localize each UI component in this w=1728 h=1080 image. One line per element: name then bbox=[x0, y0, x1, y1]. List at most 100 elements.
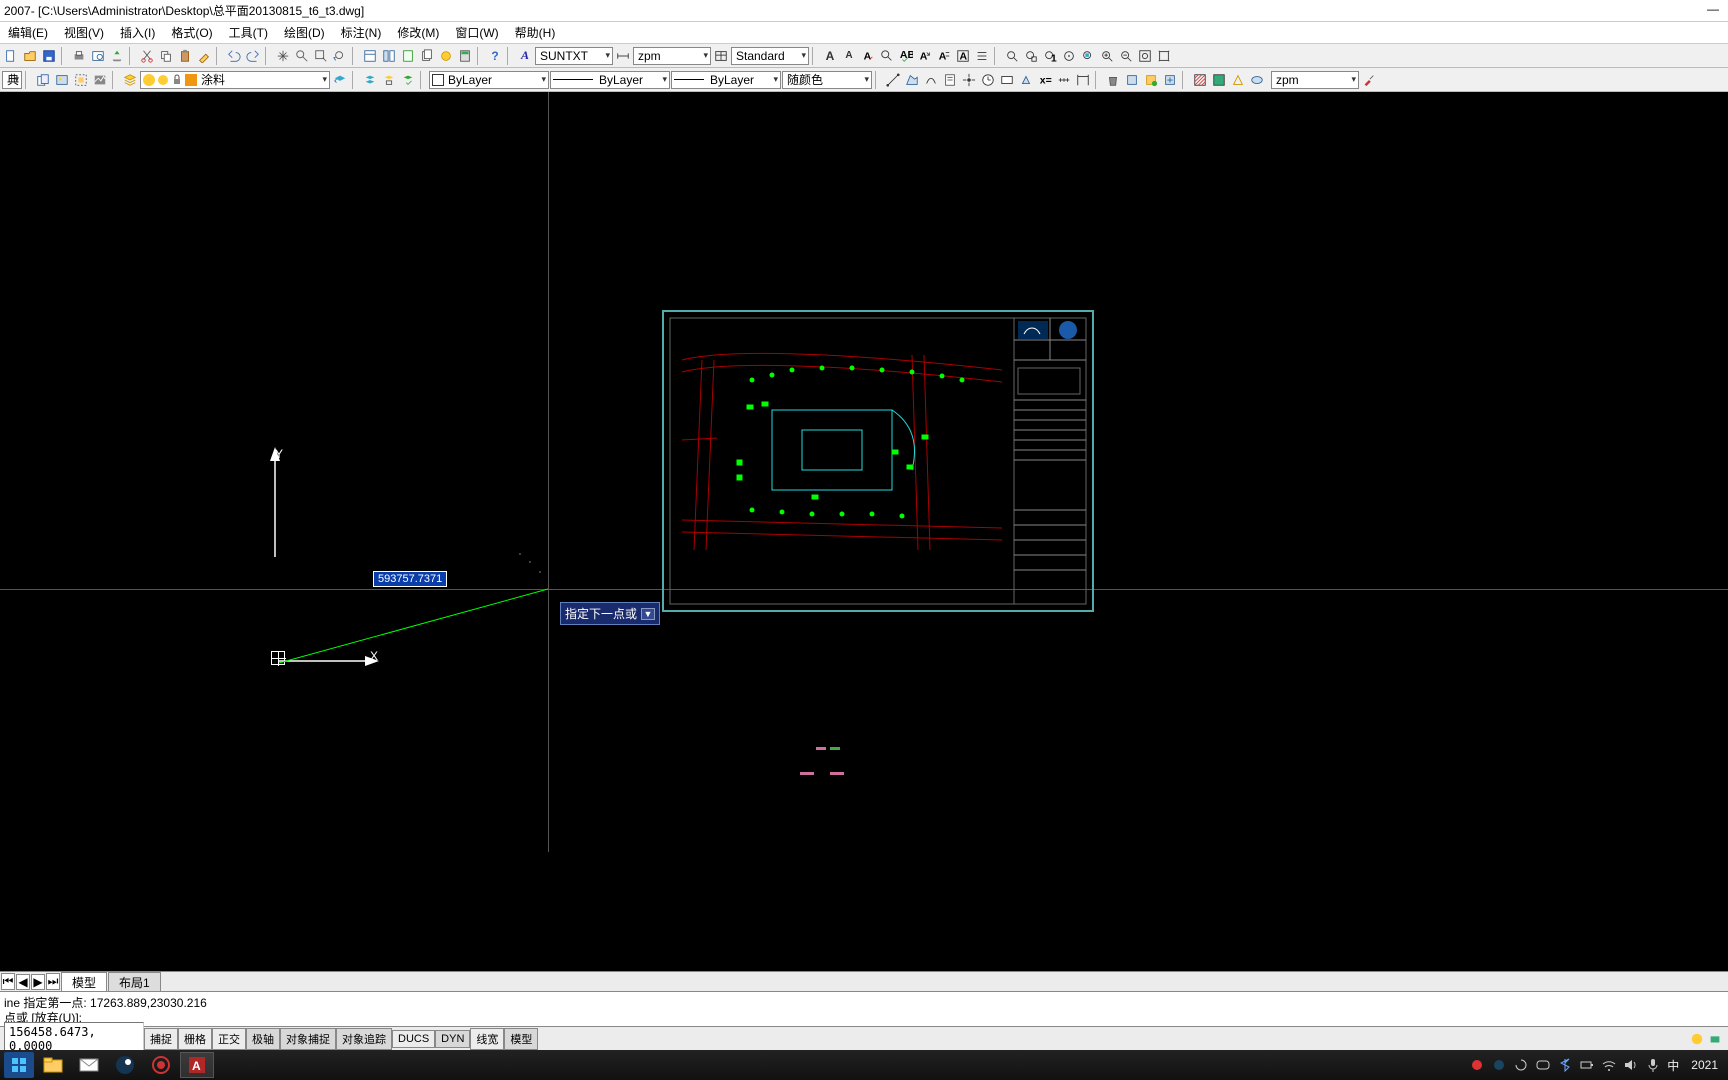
area-icon[interactable] bbox=[903, 71, 921, 89]
mass-prop-icon[interactable] bbox=[1017, 71, 1035, 89]
toggle-ortho[interactable]: 正交 bbox=[212, 1028, 246, 1050]
undo-icon[interactable] bbox=[225, 47, 243, 65]
tab-next-icon[interactable]: ▶ bbox=[31, 974, 45, 990]
layer-iso-icon[interactable] bbox=[380, 71, 398, 89]
task-explorer-icon[interactable] bbox=[36, 1052, 70, 1078]
dynamic-tooltip-down-icon[interactable]: ▼ bbox=[641, 608, 655, 620]
zoom-window-icon[interactable] bbox=[312, 47, 330, 65]
menu-format[interactable]: 格式(O) bbox=[163, 22, 220, 43]
command-window[interactable]: ine 指定第一点: 17263.889,23030.216 点或 [放弃(U)… bbox=[0, 991, 1728, 1026]
layer-manager-icon[interactable] bbox=[121, 71, 139, 89]
distance-icon[interactable] bbox=[884, 71, 902, 89]
menu-dimension[interactable]: 标注(N) bbox=[333, 22, 390, 43]
paste-icon[interactable] bbox=[176, 47, 194, 65]
dim-style-icon[interactable] bbox=[614, 47, 632, 65]
menu-draw[interactable]: 绘图(D) bbox=[276, 22, 333, 43]
toggle-ducs[interactable]: DUCS bbox=[392, 1030, 435, 1048]
match-prop-icon[interactable] bbox=[195, 47, 213, 65]
spell-icon[interactable]: ABC bbox=[897, 47, 915, 65]
copy-icon[interactable] bbox=[157, 47, 175, 65]
tray-ime[interactable]: 中 bbox=[1667, 1057, 1679, 1074]
tray-update-icon[interactable] bbox=[1513, 1057, 1529, 1073]
redo-icon[interactable] bbox=[244, 47, 262, 65]
make-current-icon[interactable] bbox=[399, 71, 417, 89]
toggle-osnap[interactable]: 对象捕捉 bbox=[280, 1028, 336, 1050]
task-autocad-icon[interactable]: A bbox=[180, 1052, 214, 1078]
justify-text-icon[interactable]: A bbox=[935, 47, 953, 65]
qnew-icon[interactable] bbox=[2, 47, 20, 65]
toggle-polar[interactable]: 极轴 bbox=[246, 1028, 280, 1050]
tray-mic-icon[interactable] bbox=[1645, 1057, 1661, 1073]
tab-layout1[interactable]: 布局1 bbox=[108, 972, 161, 992]
tray-rec-icon[interactable] bbox=[1469, 1057, 1485, 1073]
save-icon[interactable] bbox=[40, 47, 58, 65]
toggle-grid[interactable]: 栅格 bbox=[178, 1028, 212, 1050]
zoom-scale-icon[interactable]: 1: bbox=[1041, 47, 1059, 65]
minimize-button[interactable]: — bbox=[1702, 2, 1724, 20]
plot-preview-icon[interactable] bbox=[89, 47, 107, 65]
scale-text-icon[interactable]: A bbox=[916, 47, 934, 65]
pt-icon[interactable] bbox=[1055, 71, 1073, 89]
menu-edit[interactable]: 编辑(E) bbox=[0, 22, 56, 43]
zoom-in-icon[interactable] bbox=[1098, 47, 1116, 65]
publish-icon[interactable] bbox=[108, 47, 126, 65]
calc-icon[interactable] bbox=[456, 47, 474, 65]
task-record-icon[interactable] bbox=[144, 1052, 178, 1078]
help-icon[interactable]: ? bbox=[486, 47, 504, 65]
tab-first-icon[interactable]: ⏮ bbox=[1, 973, 15, 990]
boundary-icon[interactable] bbox=[1229, 71, 1247, 89]
print-icon[interactable] bbox=[70, 47, 88, 65]
zoom-prev-icon[interactable] bbox=[331, 47, 349, 65]
menu-view[interactable]: 视图(V) bbox=[56, 22, 112, 43]
gradient-icon[interactable] bbox=[1210, 71, 1228, 89]
zoom-dynamic-icon[interactable] bbox=[1022, 47, 1040, 65]
region2-icon[interactable] bbox=[1248, 71, 1266, 89]
tray-bluetooth-icon[interactable] bbox=[1557, 1057, 1573, 1073]
sheet-set-icon[interactable] bbox=[418, 47, 436, 65]
mtext-icon[interactable]: A bbox=[821, 47, 839, 65]
markup-icon[interactable] bbox=[437, 47, 455, 65]
convert-text-icon[interactable]: A bbox=[954, 47, 972, 65]
zoom-extents-icon[interactable] bbox=[1155, 47, 1173, 65]
layer-states-icon[interactable] bbox=[361, 71, 379, 89]
brush-icon[interactable] bbox=[1360, 71, 1378, 89]
text-style-combo[interactable]: SUNTXT bbox=[535, 47, 613, 65]
plotstyle-combo[interactable]: 随颜色 bbox=[782, 71, 872, 89]
properties-icon[interactable] bbox=[361, 47, 379, 65]
zoom-rt-icon[interactable] bbox=[293, 47, 311, 65]
text-style-icon[interactable]: A bbox=[516, 47, 534, 65]
time-icon[interactable] bbox=[979, 71, 997, 89]
toggle-dyn[interactable]: DYN bbox=[435, 1030, 470, 1048]
toggle-model[interactable]: 模型 bbox=[504, 1028, 538, 1050]
set-var-icon[interactable]: x= bbox=[1036, 71, 1054, 89]
status-tray-icon[interactable] bbox=[1706, 1030, 1724, 1048]
task-steam-icon[interactable] bbox=[108, 1052, 142, 1078]
zoom-center-icon[interactable] bbox=[1060, 47, 1078, 65]
xref-clip-icon[interactable] bbox=[72, 71, 90, 89]
open-icon[interactable] bbox=[21, 47, 39, 65]
hatch-icon[interactable] bbox=[1191, 71, 1209, 89]
toggle-otrack[interactable]: 对象追踪 bbox=[336, 1028, 392, 1050]
status-comm-icon[interactable] bbox=[1688, 1030, 1706, 1048]
toggle-snap[interactable]: 捕捉 bbox=[144, 1028, 178, 1050]
cut-icon[interactable] bbox=[138, 47, 156, 65]
dim-linear-icon[interactable] bbox=[1074, 71, 1092, 89]
tab-last-icon[interactable]: ⏭ bbox=[46, 973, 60, 990]
lineweight-combo[interactable]: ByLayer bbox=[671, 71, 781, 89]
color-combo[interactable]: ByLayer bbox=[429, 71, 549, 89]
dim-style-combo[interactable]: zpm bbox=[633, 47, 711, 65]
toggle-lwt[interactable]: 线宽 bbox=[470, 1028, 504, 1050]
menu-tools[interactable]: 工具(T) bbox=[221, 22, 276, 43]
purge-icon[interactable] bbox=[1104, 71, 1122, 89]
tray-wifi-icon[interactable] bbox=[1601, 1057, 1617, 1073]
extra-combo[interactable]: zpm bbox=[1271, 71, 1359, 89]
id-point-icon[interactable] bbox=[960, 71, 978, 89]
tab-model[interactable]: 模型 bbox=[61, 972, 107, 992]
linetype-combo[interactable]: ByLayer bbox=[550, 71, 670, 89]
menu-window[interactable]: 窗口(W) bbox=[447, 22, 506, 43]
pan-icon[interactable] bbox=[274, 47, 292, 65]
wblock-icon[interactable] bbox=[1142, 71, 1160, 89]
design-center-icon[interactable] bbox=[380, 47, 398, 65]
image-adjust-icon[interactable] bbox=[91, 71, 109, 89]
table-style-combo[interactable]: Standard bbox=[731, 47, 809, 65]
